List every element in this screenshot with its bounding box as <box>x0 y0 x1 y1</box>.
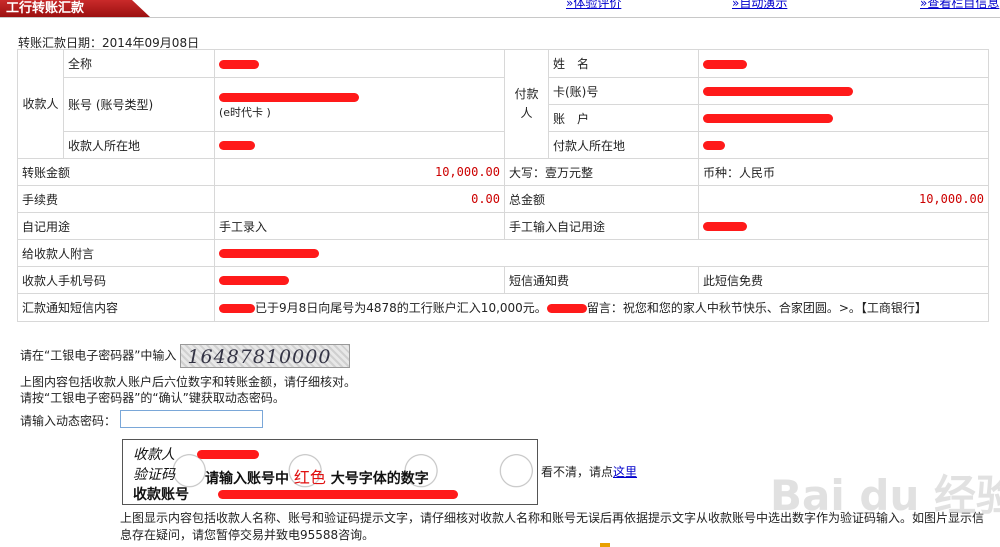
bottom-indicator <box>600 543 610 547</box>
otp-label: 请输入动态密码： <box>20 414 117 428</box>
payee-account-value: (e时代卡 ) <box>214 77 505 132</box>
redaction-mark <box>219 276 289 285</box>
payer-card-label: 卡(账)号 <box>548 77 699 105</box>
hint-label-payee: 收款人 <box>133 447 175 463</box>
otp-instruction-line1: 请在“工银电子密码器”中输入 <box>20 348 177 363</box>
note-value <box>214 239 989 267</box>
otp-instruction-row: 请在“工银电子密码器”中输入 16487810000 <box>20 344 351 368</box>
redaction-mark <box>219 59 259 69</box>
payer-location-value <box>698 131 989 159</box>
transfer-details-table: 收款人 全称 付款人 姓 名 账号 (账号类型) (e时代卡 ) 卡(账)号 账… <box>17 49 989 322</box>
reload-link[interactable]: 这里 <box>613 465 637 479</box>
note-label: 给收款人附言 <box>17 239 215 267</box>
payee-fullname-label: 全称 <box>63 49 215 78</box>
amount-uppercase: 大写：壹万元整 <box>504 158 699 186</box>
redaction-mark <box>219 92 359 102</box>
reload-hint: 看不清，请点这里 <box>541 463 637 480</box>
total-label: 总金额 <box>504 185 699 213</box>
mobile-label: 收款人手机号码 <box>17 266 215 294</box>
hint-label-account: 收款账号 <box>133 487 189 503</box>
currency: 币种：人民币 <box>698 158 989 186</box>
redaction-mark <box>219 249 319 258</box>
hint-main-suffix: 大号字体的数字 <box>330 471 429 487</box>
redaction-mark <box>218 490 458 499</box>
top-bar: 工行转账汇款 »体验评价 »自动演示 »查看栏目信息 <box>0 0 1000 18</box>
redaction-mark <box>219 141 255 150</box>
manual-memo-value <box>698 212 989 240</box>
mobile-value <box>214 266 505 294</box>
sms-content-part2: 留言：祝您和您的家人中秋节快乐、合家团圆。>。【工商银行】 <box>586 301 927 315</box>
dynamic-password-input[interactable] <box>120 410 263 428</box>
redaction-mark <box>703 222 747 231</box>
column-info-link[interactable]: »查看栏目信息 <box>920 0 999 10</box>
redaction-mark <box>703 59 747 69</box>
reload-text: 看不清，请点 <box>541 465 614 479</box>
payee-location-label: 收款人所在地 <box>63 131 215 159</box>
payer-name-value <box>698 49 989 78</box>
hint-label-code: 验证码 <box>133 467 175 483</box>
manual-memo-label: 手工输入自记用途 <box>504 212 699 240</box>
payer-account-value <box>698 104 989 132</box>
sms-fee-value: 此短信免费 <box>698 266 989 294</box>
hint-main-red: 红色 <box>293 468 326 487</box>
fee-label: 手续费 <box>17 185 215 213</box>
hint-main-text: 请输入账号中 红色 大号字体的数字 <box>205 464 429 488</box>
payee-account-label: 账号 (账号类型) <box>63 77 215 132</box>
sms-fee-label: 短信通知费 <box>504 266 699 294</box>
payer-location-label: 付款人所在地 <box>548 131 699 159</box>
fee-value: 0.00 <box>214 185 505 213</box>
verification-hint-image: 收款人 验证码 收款账号 请输入账号中 红色 大号字体的数字 <box>122 439 538 505</box>
sms-content-part1: 已于9月8日向尾号为4878的工行账户汇入10,000元。 <box>255 301 547 315</box>
payee-fullname-value <box>214 49 505 78</box>
redaction-mark <box>703 141 725 150</box>
amount-label: 转账金额 <box>17 158 215 186</box>
payee-location-value <box>214 131 505 159</box>
memo-value: 手工录入 <box>214 212 505 240</box>
redaction-mark <box>546 304 587 313</box>
sms-content-label: 汇款通知短信内容 <box>17 293 215 322</box>
payee-group-label: 收款人 <box>17 49 64 159</box>
page-title-tab: 工行转账汇款 <box>0 0 150 17</box>
payer-group-label: 付款人 <box>504 49 549 159</box>
sms-content-value: 已于9月8日向尾号为4878的工行账户汇入10,000元。 留言：祝您和您的家人中… <box>214 293 989 322</box>
redaction-mark <box>703 87 853 96</box>
token-code-image: 16487810000 <box>180 344 351 368</box>
baidu-watermark: Bai du 经验 <box>770 471 1000 520</box>
total-value: 10,000.00 <box>698 185 989 213</box>
payer-name-label: 姓 名 <box>548 49 699 78</box>
hint-main-prefix: 请输入账号中 <box>205 471 289 487</box>
redaction-mark <box>219 304 255 313</box>
payer-card-value <box>698 77 989 105</box>
auto-demo-link[interactable]: »自动演示 <box>732 0 787 10</box>
amount-value: 10,000.00 <box>214 158 505 186</box>
memo-label: 自记用途 <box>17 212 215 240</box>
feedback-link[interactable]: »体验评价 <box>566 0 621 10</box>
redaction-mark <box>703 114 833 123</box>
otp-instruction-line3: 请按“工银电子密码器”的“确认”键获取动态密码。 <box>20 391 285 405</box>
otp-instruction-line2: 上图内容包括收款人账户后六位数字和转账金额，请仔细核对。 <box>20 375 357 389</box>
redaction-mark <box>197 450 259 459</box>
payer-account-label: 账 户 <box>548 104 699 132</box>
payee-account-type: (e时代卡 ) <box>219 105 271 119</box>
